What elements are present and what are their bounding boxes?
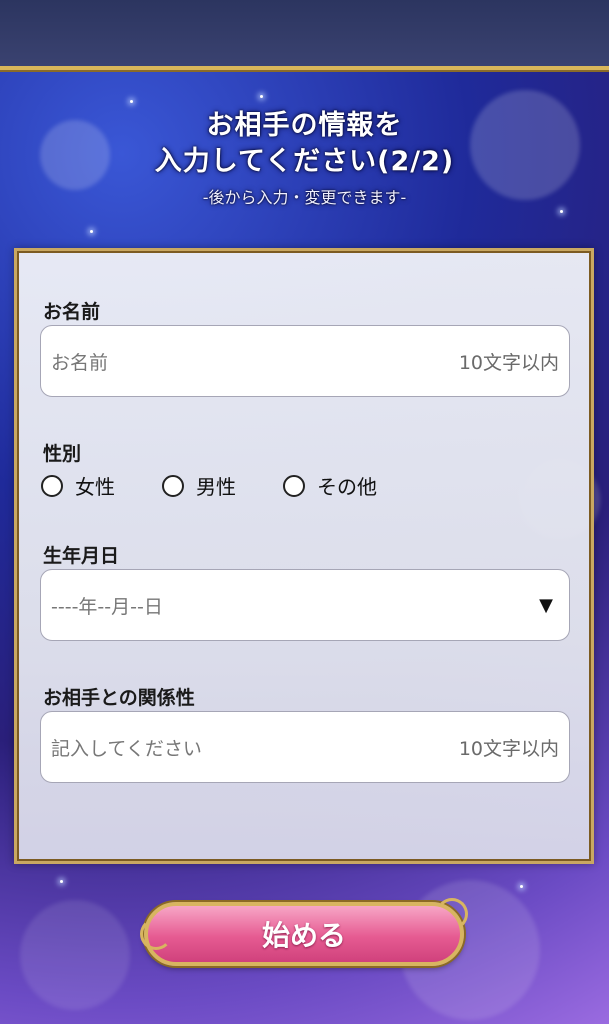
gender-radio-female[interactable]: 女性 [41,471,115,500]
start-button[interactable]: 始める [144,902,464,966]
gender-radio-male[interactable]: 男性 [162,471,236,500]
page-subtitle: -後から入力・変更できます- [202,188,407,207]
page-title-line1: お相手の情報を [206,110,403,141]
top-bar [0,0,609,70]
sparkle [60,880,63,883]
sparkle [520,885,523,888]
relationship-label: お相手との関係性 [43,687,195,709]
page-title-line2: 入力してください(2/2) [154,146,455,177]
page-header: お相手の情報を 入力してください(2/2) -後から入力・変更できます- [0,108,609,208]
bokeh [20,900,130,1010]
radio-circle-icon[interactable] [162,474,184,497]
start-button-label: 始める [261,919,346,952]
birthdate-label: 生年月日 [43,545,120,567]
relationship-input[interactable]: 記入してください 10文字以内 [40,711,570,783]
relationship-placeholder: 記入してください [51,737,202,760]
gender-option-label: 男性 [196,475,236,499]
name-limit-hint: 10文字以内 [458,351,559,374]
name-placeholder: お名前 [51,351,109,374]
gender-option-label: 女性 [75,475,115,499]
sparkle [560,210,563,213]
radio-circle-icon[interactable] [283,474,305,497]
gender-radio-group: 女性 男性 その他 [41,471,424,500]
birthdate-value: ----年--月--日 [51,595,163,618]
sparkle [130,100,133,103]
ornament-icon [436,898,468,930]
sparkle [260,95,263,98]
birthdate-select[interactable]: ----年--月--日 ▼ [40,569,570,641]
partner-info-form: お名前 お名前 10文字以内 性別 女性 男性 その他 生年月日 ----年--… [14,248,594,864]
gender-radio-other[interactable]: その他 [283,471,377,500]
sparkle [90,230,93,233]
name-label: お名前 [43,301,101,323]
radio-circle-icon[interactable] [41,474,63,497]
ornament-icon [140,918,172,950]
name-input[interactable]: お名前 10文字以内 [40,325,570,397]
gender-option-label: その他 [317,475,377,499]
relationship-limit-hint: 10文字以内 [458,737,559,760]
gender-label: 性別 [43,443,82,465]
dropdown-arrow-icon: ▼ [539,594,553,616]
